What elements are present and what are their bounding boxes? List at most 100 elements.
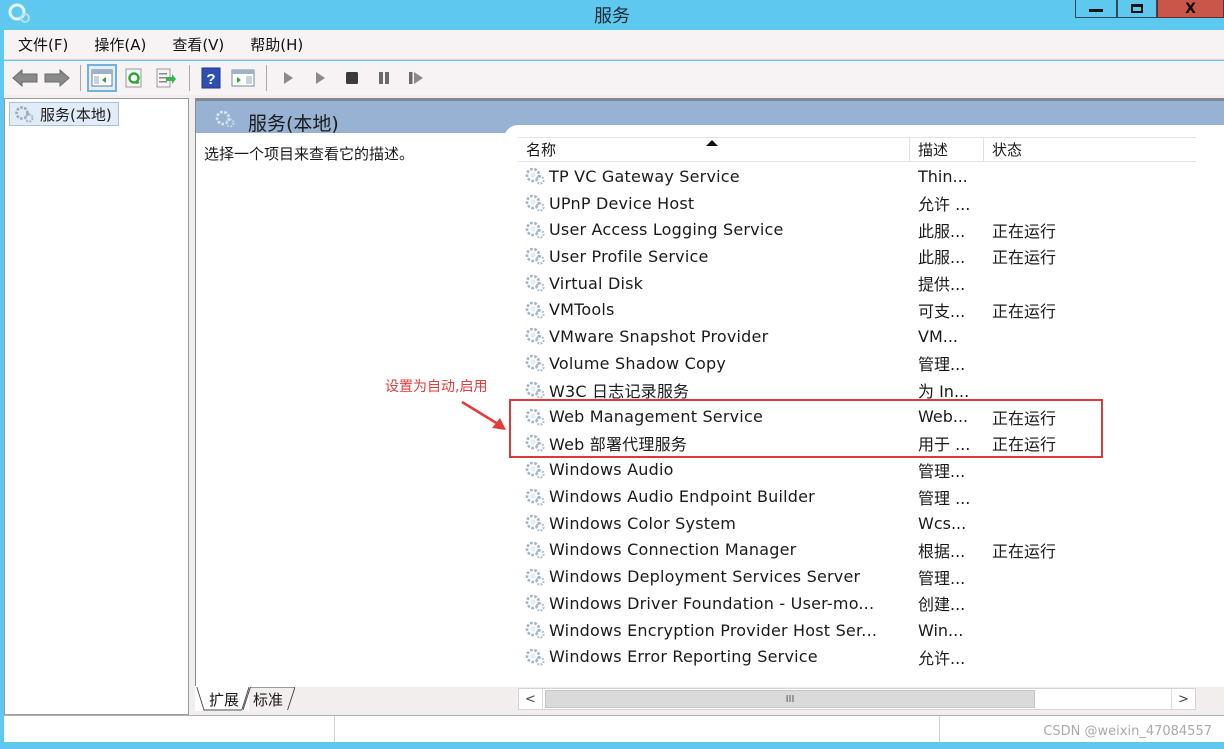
menu-action[interactable]: 操作(A) xyxy=(94,34,146,55)
annotation-text: 设置为自动,启用 xyxy=(385,379,488,395)
service-description: 此服... xyxy=(918,248,966,268)
stop-service-button[interactable] xyxy=(337,64,367,92)
scroll-left-button[interactable]: < xyxy=(519,689,543,709)
service-description: Win... xyxy=(918,620,964,640)
horizontal-scrollbar[interactable]: < III > xyxy=(518,688,1196,710)
grip-icon: III xyxy=(785,693,795,705)
tab-extended[interactable]: 扩展 xyxy=(195,687,250,711)
start-service-button[interactable] xyxy=(273,64,303,92)
service-name: Windows Error Reporting Service xyxy=(549,647,818,667)
restore-icon xyxy=(1131,4,1143,13)
export-list-button[interactable] xyxy=(151,64,181,92)
service-name-cell: Windows Error Reporting Service xyxy=(518,647,910,667)
pause-service-button[interactable] xyxy=(369,64,399,92)
service-description: VM... xyxy=(918,326,959,346)
refresh-button[interactable] xyxy=(119,64,149,92)
service-row[interactable]: UPnP Device Host 允许 ... xyxy=(518,190,1196,217)
service-row[interactable]: Windows Audio Endpoint Builder 管理 ... xyxy=(518,483,1196,510)
service-row[interactable]: Virtual Disk 提供... xyxy=(518,270,1196,297)
service-row[interactable]: Windows Deployment Services Server 管理... xyxy=(518,563,1196,590)
service-description: 管理... xyxy=(918,461,966,481)
close-icon: X xyxy=(1185,0,1196,17)
service-row[interactable]: Windows Driver Foundation - User-mo... 创建… xyxy=(518,590,1196,617)
minimize-button[interactable] xyxy=(1075,0,1117,18)
service-row[interactable]: Volume Shadow Copy 管理... xyxy=(518,350,1196,377)
tree-item-services-local[interactable]: 服务(本地) xyxy=(9,102,119,126)
horizontal-scroll-thumb[interactable]: III xyxy=(545,690,1035,708)
services-gear-icon xyxy=(15,106,34,123)
column-header-status-label: 状态 xyxy=(992,141,1023,159)
minimize-icon xyxy=(1089,9,1103,12)
service-name-cell: User Access Logging Service xyxy=(518,220,910,240)
menu-help[interactable]: 帮助(H) xyxy=(250,34,303,55)
services-gear-icon xyxy=(215,110,235,128)
status-divider xyxy=(939,716,940,742)
export-list-icon xyxy=(156,68,176,88)
service-name-cell: VMTools xyxy=(518,300,910,320)
toolbar-separator xyxy=(266,65,267,91)
service-row[interactable]: VMTools 可支... 正在运行 xyxy=(518,296,1196,323)
service-row[interactable]: Windows Error Reporting Service 允许... xyxy=(518,643,1196,670)
column-header-name[interactable]: 名称 xyxy=(518,138,910,161)
column-header-description[interactable]: 描述 xyxy=(910,138,984,161)
service-row[interactable]: Windows Connection Manager 根据... 正在运行 xyxy=(518,537,1196,564)
service-description: 此服... xyxy=(918,221,966,241)
content-header-title: 服务(本地) xyxy=(248,113,339,135)
view-tabs: 扩展 标准 xyxy=(195,687,296,713)
service-name: Windows Audio Endpoint Builder xyxy=(549,487,815,507)
service-gear-icon xyxy=(525,168,545,185)
back-button[interactable] xyxy=(10,64,40,92)
service-gear-icon xyxy=(525,541,545,559)
maximize-button[interactable] xyxy=(1117,0,1157,18)
service-description: Wcs... xyxy=(918,513,967,533)
service-name: Windows Deployment Services Server xyxy=(549,567,861,587)
service-name: UPnP Device Host xyxy=(549,193,695,213)
menu-view[interactable]: 查看(V) xyxy=(172,34,224,55)
resume-service-icon xyxy=(409,72,423,84)
service-name-cell: Volume Shadow Copy xyxy=(518,353,910,373)
toolbar-separator xyxy=(189,65,190,91)
service-name-cell: Windows Encryption Provider Host Ser... xyxy=(518,620,910,640)
service-row[interactable]: VMware Snapshot Provider VM... xyxy=(518,323,1196,350)
service-row[interactable]: Windows Encryption Provider Host Ser... W… xyxy=(518,617,1196,644)
service-name-cell: Windows Deployment Services Server xyxy=(518,567,910,587)
show-hide-console-tree-button[interactable] xyxy=(87,64,117,92)
service-name: VMware Snapshot Provider xyxy=(549,326,769,346)
service-gear-icon xyxy=(525,461,545,479)
column-header-status[interactable]: 状态 xyxy=(984,138,1196,161)
service-row[interactable]: Windows Audio 管理... xyxy=(518,457,1196,484)
tab-standard-label: 标准 xyxy=(253,690,284,709)
service-row[interactable]: Windows Color System Wcs... xyxy=(518,510,1196,537)
help-button[interactable]: ? xyxy=(196,64,226,92)
service-name: Windows Color System xyxy=(549,513,737,533)
service-row[interactable]: User Access Logging Service 此服... 正在运行 xyxy=(518,216,1196,243)
service-name: User Profile Service xyxy=(549,246,709,266)
service-row[interactable]: User Profile Service 此服... 正在运行 xyxy=(518,243,1196,270)
start-service-icon xyxy=(284,72,293,84)
start-service-alt-button[interactable] xyxy=(305,64,335,92)
service-name-cell: Windows Audio xyxy=(518,460,910,480)
close-button[interactable]: X xyxy=(1157,0,1224,18)
show-action-pane-button[interactable] xyxy=(228,64,258,92)
service-name-cell: Virtual Disk xyxy=(518,273,910,293)
tab-standard[interactable]: 标准 xyxy=(243,687,296,711)
service-description: 可支... xyxy=(918,301,966,321)
service-gear-icon xyxy=(525,221,545,239)
service-name-cell: Windows Audio Endpoint Builder xyxy=(518,487,910,507)
forward-button[interactable] xyxy=(42,64,72,92)
chevron-right-icon: > xyxy=(1178,691,1189,707)
annotation-arrow-icon xyxy=(461,400,506,430)
service-description: 提供... xyxy=(918,275,966,295)
service-description: 根据... xyxy=(918,541,966,561)
service-name: Volume Shadow Copy xyxy=(549,353,726,373)
resume-service-button[interactable] xyxy=(401,64,431,92)
service-gear-icon xyxy=(525,621,545,639)
service-name: Windows Connection Manager xyxy=(549,540,797,560)
menu-file[interactable]: 文件(F) xyxy=(18,34,68,55)
scroll-right-button[interactable]: > xyxy=(1171,689,1195,709)
status-bar: CSDN @weixin_47084557 xyxy=(4,715,1224,742)
service-row[interactable]: TP VC Gateway Service Thin... xyxy=(518,163,1196,190)
description-hint: 选择一个项目来查看它的描述。 xyxy=(204,145,415,163)
service-description: 管理 ... xyxy=(918,488,971,508)
content-pane: 服务(本地) 选择一个项目来查看它的描述。 名称 描述 状态 TP VC Gat… xyxy=(195,98,1224,710)
